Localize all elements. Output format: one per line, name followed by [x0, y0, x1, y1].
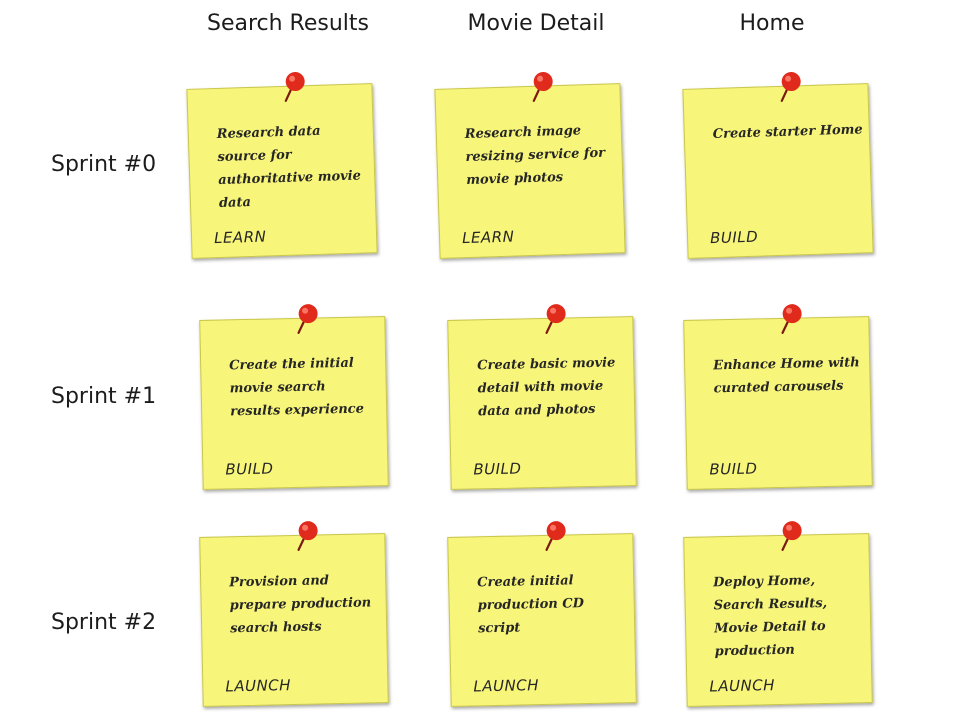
- sticky-note[interactable]: Research image resizing service for movi…: [434, 72, 626, 259]
- note-tag: BUILD: [709, 459, 758, 479]
- note-tag: BUILD: [709, 227, 759, 248]
- sticky-note[interactable]: Create starter Home BUILD: [682, 72, 874, 259]
- note-text: Deploy Home, Search Results, Movie Detai…: [713, 573, 828, 660]
- push-pin-icon: [297, 304, 318, 334]
- push-pin-icon: [545, 521, 566, 551]
- note-text: Enhance Home with curated carousels: [713, 355, 860, 397]
- sticky-note[interactable]: Create initial production CD script LAUN…: [447, 521, 637, 707]
- note-text: Create basic movie detail with movie dat…: [477, 355, 616, 420]
- column-header-search-results: Search Results: [206, 11, 369, 36]
- sticky-note[interactable]: Create basic movie detail with movie dat…: [447, 304, 637, 490]
- note-tag: LEARN: [461, 227, 515, 248]
- note-tag: LAUNCH: [473, 676, 540, 696]
- row-label-sprint-2: Sprint #2: [51, 610, 157, 635]
- push-pin-icon: [284, 72, 305, 102]
- note-tag: LAUNCH: [709, 676, 776, 696]
- sticky-note[interactable]: Deploy Home, Search Results, Movie Detai…: [683, 521, 873, 707]
- push-pin-icon: [545, 304, 566, 334]
- sticky-note[interactable]: Create the initial movie search results …: [199, 304, 389, 490]
- push-pin-icon: [532, 72, 553, 102]
- sticky-note[interactable]: Research data source for authoritative m…: [186, 72, 378, 259]
- sticky-note[interactable]: Enhance Home with curated carousels BUIL…: [683, 304, 873, 490]
- column-header-movie-detail: Movie Detail: [467, 11, 605, 36]
- push-pin-icon: [780, 72, 801, 102]
- note-tag: LAUNCH: [225, 676, 292, 696]
- note-text: Create initial production CD script: [477, 573, 585, 637]
- push-pin-icon: [297, 521, 318, 551]
- row-label-sprint-0: Sprint #0: [51, 152, 157, 177]
- note-tag: LEARN: [213, 227, 267, 248]
- note-text: Create the initial movie search results …: [229, 355, 365, 420]
- row-label-sprint-1: Sprint #1: [51, 384, 157, 409]
- note-text: Research data source for authoritative m…: [216, 123, 362, 211]
- note-text: Research image resizing service for movi…: [464, 123, 606, 189]
- note-tag: BUILD: [225, 459, 274, 479]
- note-tag: BUILD: [473, 459, 522, 479]
- note-text: Provision and prepare production search …: [229, 573, 372, 637]
- column-header-home: Home: [739, 11, 805, 36]
- push-pin-icon: [781, 304, 802, 334]
- sticky-note[interactable]: Provision and prepare production search …: [199, 521, 389, 707]
- note-text: Create starter Home: [712, 122, 863, 143]
- push-pin-icon: [781, 521, 802, 551]
